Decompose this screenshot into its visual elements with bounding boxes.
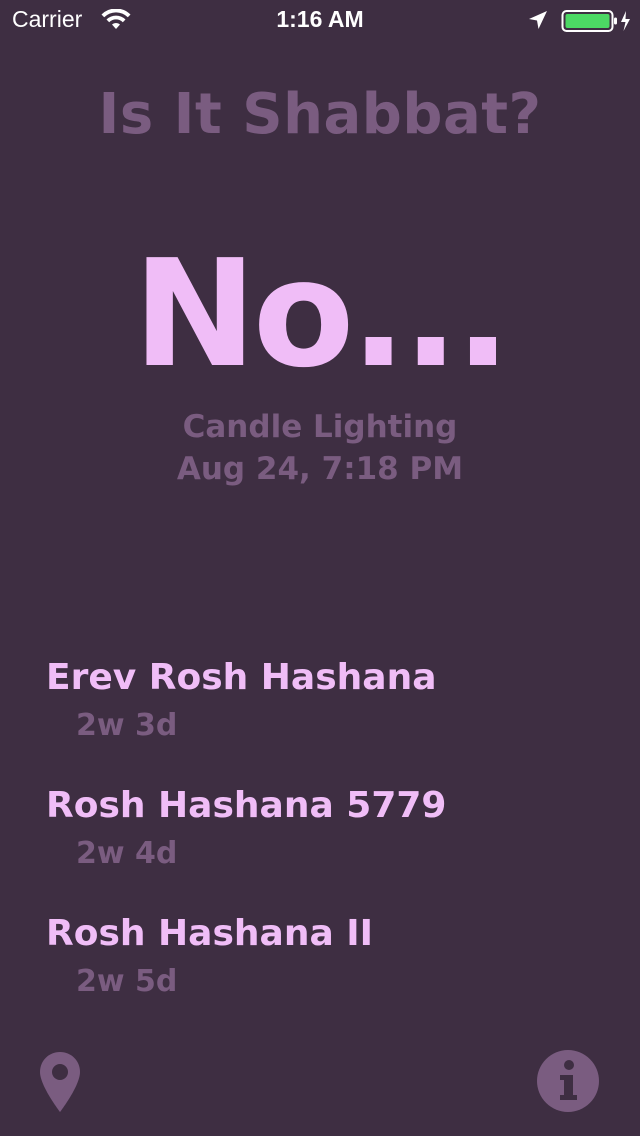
- next-event: Candle Lighting Aug 24, 7:18 PM: [0, 406, 640, 490]
- location-arrow-icon: [529, 11, 547, 29]
- holiday-item: Rosh Hashana 5779 2w 4d: [46, 784, 606, 912]
- holiday-list: Erev Rosh Hashana 2w 3d Rosh Hashana 577…: [46, 656, 606, 1040]
- map-pin-icon: [40, 1052, 80, 1112]
- info-icon: [537, 1050, 599, 1112]
- holiday-name: Rosh Hashana II: [46, 913, 374, 954]
- charging-bolt-icon: [621, 11, 630, 31]
- shabbat-answer: No...: [132, 228, 511, 400]
- next-event-time: Aug 24, 7:18 PM: [176, 451, 464, 487]
- app-title: Is It Shabbat?: [98, 82, 542, 147]
- holiday-name: Rosh Hashana 5779: [46, 785, 447, 826]
- info-button[interactable]: [536, 1049, 600, 1113]
- holiday-countdown: 2w 3d: [76, 708, 178, 743]
- holiday-item: Erev Rosh Hashana 2w 3d: [46, 656, 606, 784]
- holiday-countdown: 2w 5d: [76, 964, 178, 999]
- holiday-countdown: 2w 4d: [76, 836, 178, 871]
- app-screen: Carrier 1:16 AM Is It Shabbat? No... Can…: [0, 0, 640, 1136]
- status-bar: Carrier 1:16 AM: [0, 0, 640, 40]
- next-event-label: Candle Lighting: [182, 409, 458, 445]
- battery-icon: [561, 10, 630, 32]
- battery-level-fill: [565, 14, 610, 28]
- holiday-item: Rosh Hashana II 2w 5d: [46, 912, 606, 1040]
- location-button[interactable]: [38, 1050, 82, 1114]
- holiday-name: Erev Rosh Hashana: [46, 657, 437, 698]
